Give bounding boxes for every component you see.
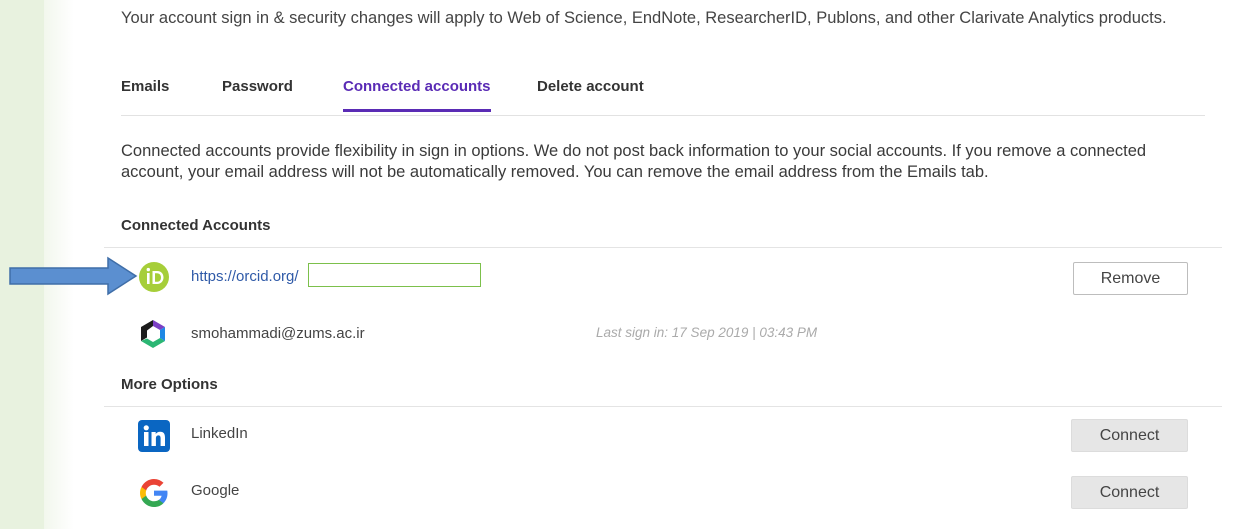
connect-linkedin-button[interactable]: Connect — [1071, 419, 1188, 452]
more-options-heading: More Options — [121, 376, 218, 393]
tabs-divider — [121, 115, 1205, 116]
connected-accounts-divider — [104, 247, 1222, 248]
tab-password[interactable]: Password — [222, 78, 293, 109]
google-label: Google — [191, 482, 240, 499]
connected-accounts-description: Connected accounts provide flexibility i… — [121, 142, 1147, 181]
remove-orcid-button[interactable]: Remove — [1073, 262, 1188, 295]
connect-google-button[interactable]: Connect — [1071, 476, 1188, 509]
clarivate-email: smohammadi@zums.ac.ir — [191, 325, 365, 342]
orcid-id-redacted-field — [308, 263, 481, 287]
tab-delete-account[interactable]: Delete account — [537, 78, 644, 109]
annotation-arrow-icon — [9, 256, 138, 296]
clarivate-icon — [141, 320, 165, 348]
more-options-divider — [104, 406, 1222, 407]
orcid-icon — [139, 262, 169, 292]
orcid-url-link[interactable]: https://orcid.org/ — [191, 268, 299, 285]
connected-accounts-heading: Connected Accounts — [121, 217, 271, 234]
tab-emails[interactable]: Emails — [121, 78, 169, 109]
linkedin-label: LinkedIn — [191, 425, 248, 442]
last-signin-text: Last sign in: 17 Sep 2019 | 03:43 PM — [596, 325, 818, 340]
intro-text: Your account sign in & security changes … — [121, 9, 1167, 27]
google-icon — [140, 479, 168, 507]
tab-connected-accounts[interactable]: Connected accounts — [343, 78, 491, 112]
linkedin-icon — [138, 420, 170, 452]
